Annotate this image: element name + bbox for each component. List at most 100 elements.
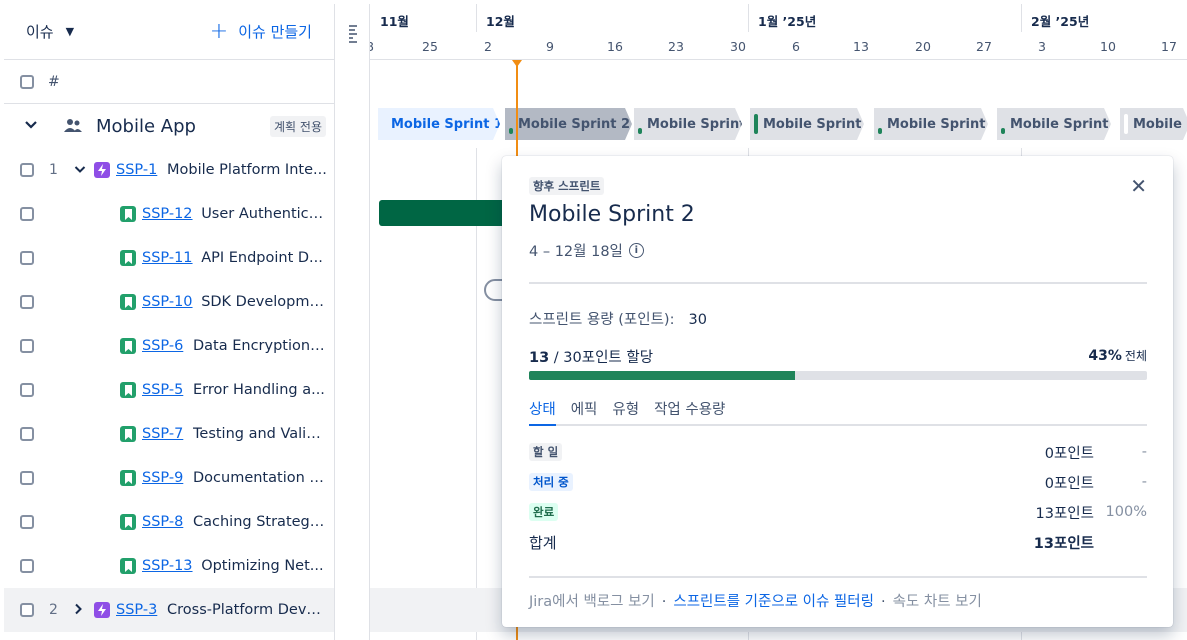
issue-title: Caching Strategy... <box>193 514 328 530</box>
issue-key-link[interactable]: SSP-10 <box>142 294 193 310</box>
chevron-down-icon[interactable] <box>74 163 86 177</box>
row-checkbox[interactable] <box>20 515 34 529</box>
issue-key-link[interactable]: SSP-12 <box>142 206 193 222</box>
row-number: 2 <box>49 602 58 618</box>
sprint-chip-label: Mobile S <box>1133 116 1182 132</box>
row-checkbox[interactable] <box>20 163 34 177</box>
issue-title: Data Encryption I... <box>193 338 328 354</box>
create-issue-button[interactable]: + 이슈 만들기 <box>209 18 312 44</box>
row-checkbox[interactable] <box>20 427 34 441</box>
status-row-total: 합계 13포인트 <box>529 530 1147 554</box>
status-row-done: 완료 13포인트 100% <box>529 500 1147 524</box>
tab-status[interactable]: 상태 <box>529 398 556 426</box>
row-checkbox[interactable] <box>20 383 34 397</box>
issue-row[interactable]: SSP-5 Error Handling a... <box>4 368 334 412</box>
status-points: 0포인트 <box>1044 475 1094 492</box>
status-points: 0포인트 <box>1044 445 1094 462</box>
total-points: 13포인트 <box>1033 535 1094 552</box>
issue-title: Testing and Valid... <box>193 426 328 442</box>
day-label: 10 <box>1100 39 1116 54</box>
sprint-chip[interactable]: Mobile Sprint 4 <box>750 108 864 140</box>
month-label: 1월 ’25년 <box>758 14 817 29</box>
row-checkbox[interactable] <box>20 207 34 221</box>
issue-row[interactable]: 2 SSP-3 Cross-Platform Devel... <box>4 588 334 632</box>
issue-row[interactable]: SSP-6 Data Encryption I... <box>4 324 334 368</box>
project-name: Mobile App <box>96 115 196 137</box>
issues-dropdown[interactable]: 이슈 ▼ <box>26 21 74 42</box>
day-label: 20 <box>915 39 931 54</box>
sprint-progress-indicator <box>1124 114 1128 134</box>
allocated-points: 13 / 30포인트 할당 <box>529 346 653 367</box>
select-all-checkbox[interactable] <box>20 74 34 89</box>
sprint-chip[interactable]: Mobile S <box>1120 108 1187 140</box>
tab-work-capacity[interactable]: 작업 수용량 <box>654 398 725 426</box>
epic-icon <box>94 162 110 178</box>
issue-key-link[interactable]: SSP-8 <box>142 514 183 530</box>
sprint-progress-indicator <box>382 114 386 134</box>
backlog-link[interactable]: Jira에서 백로그 보기 <box>529 594 655 610</box>
timeline-header: 11월 12월 1월 ’25년 2월 ’25년 8 25 2 9 16 23 30 6 13 20… <box>370 4 1187 60</box>
sprint-chip[interactable]: Mobile Sprint 2 <box>505 108 632 140</box>
epic-timeline-bar[interactable] <box>379 200 509 226</box>
sprint-chip[interactable]: Mobile Sprint 6 <box>997 108 1111 140</box>
filter-by-sprint-link[interactable]: 스프린트를 기준으로 이슈 필터링 <box>673 594 874 610</box>
info-icon[interactable]: i <box>628 243 644 258</box>
issue-row[interactable]: SSP-8 Caching Strategy... <box>4 500 334 544</box>
collapse-panel-icon[interactable] <box>347 24 359 49</box>
velocity-chart-link[interactable]: 속도 차트 보기 <box>893 594 982 610</box>
row-checkbox[interactable] <box>20 251 34 265</box>
panel-divider[interactable] <box>335 4 370 640</box>
chevron-right-icon[interactable] <box>74 603 83 618</box>
issue-title: User Authentica... <box>201 206 328 222</box>
issue-key-link[interactable]: SSP-6 <box>142 338 183 354</box>
issue-title: API Endpoint D... <box>201 250 323 266</box>
issue-row[interactable]: 1 SSP-1 Mobile Platform Inte... <box>4 148 334 192</box>
sprint-chip-label: Mobile Sprint 1 <box>391 116 500 132</box>
day-label: 16 <box>607 39 623 54</box>
tab-type[interactable]: 유형 <box>612 398 639 426</box>
day-label: 25 <box>422 39 438 54</box>
day-label: 2 <box>484 39 492 54</box>
column-header: # <box>4 60 334 104</box>
row-checkbox[interactable] <box>20 559 34 573</box>
issue-key-link[interactable]: SSP-1 <box>116 162 157 178</box>
sprint-chip[interactable]: Mobile Sprint 5 <box>874 108 988 140</box>
day-label: 9 <box>546 39 554 54</box>
month-label: 12월 <box>486 14 515 29</box>
chevron-down-icon: ▼ <box>65 25 75 38</box>
issue-row[interactable]: SSP-11 API Endpoint D... <box>4 236 334 280</box>
tab-epic[interactable]: 에픽 <box>571 398 598 426</box>
status-percent: - <box>1141 444 1147 460</box>
issue-key-link[interactable]: SSP-9 <box>142 470 183 486</box>
sprint-chip[interactable]: Mobile Sprint 1 <box>378 108 500 140</box>
issue-row[interactable]: SSP-12 User Authentica... <box>4 192 334 236</box>
issue-key-link[interactable]: SSP-7 <box>142 426 183 442</box>
plus-icon: + <box>209 18 229 44</box>
issues-dropdown-label: 이슈 <box>26 23 54 41</box>
issue-row[interactable]: SSP-10 SDK Developme... <box>4 280 334 324</box>
status-lozenge: 완료 <box>529 503 559 521</box>
row-checkbox[interactable] <box>20 339 34 353</box>
allocation-percent-suffix: 전체 <box>1124 349 1147 363</box>
issue-key-link[interactable]: SSP-5 <box>142 382 183 398</box>
row-checkbox[interactable] <box>20 295 34 309</box>
issue-key-link[interactable]: SSP-11 <box>142 250 193 266</box>
row-number: 1 <box>49 162 58 178</box>
issue-row[interactable]: SSP-7 Testing and Valid... <box>4 412 334 456</box>
divider <box>529 282 1147 284</box>
chevron-down-icon[interactable] <box>24 119 40 134</box>
row-checkbox[interactable] <box>20 471 34 485</box>
issue-key-link[interactable]: SSP-13 <box>142 558 193 574</box>
row-checkbox[interactable] <box>20 603 34 617</box>
issue-key-link[interactable]: SSP-3 <box>116 602 157 618</box>
story-icon <box>120 250 136 266</box>
close-icon[interactable]: ✕ <box>1130 174 1147 198</box>
sprint-chip[interactable]: Mobile Sprint 3 <box>634 108 742 140</box>
month-label: 2월 ’25년 <box>1031 14 1090 29</box>
issue-row[interactable]: SSP-13 Optimizing Net... <box>4 544 334 588</box>
issue-list-panel: 이슈 ▼ + 이슈 만들기 # Mobile App 계획 전용 1 SSP-1 M… <box>4 4 335 640</box>
month-divider <box>476 4 477 32</box>
day-label: 13 <box>853 39 869 54</box>
story-icon <box>120 206 136 222</box>
issue-row[interactable]: SSP-9 Documentation a... <box>4 456 334 500</box>
